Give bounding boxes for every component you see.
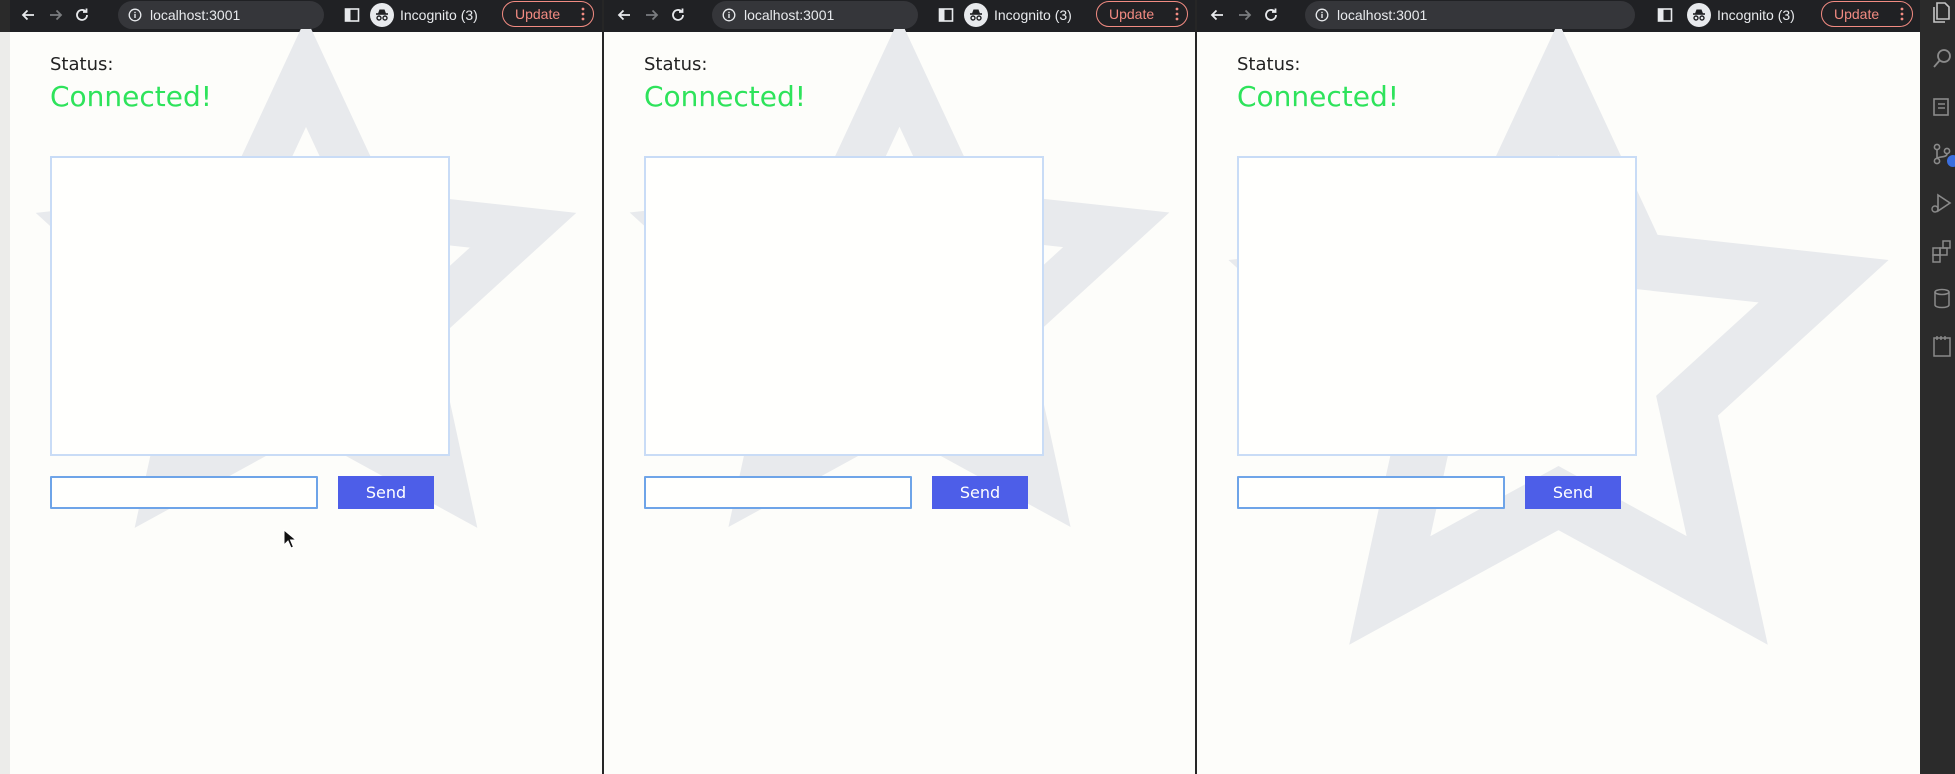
incognito-icon[interactable] (370, 3, 394, 27)
browser-toolbar: localhost:3001 Incognito (3) Update (1197, 0, 1920, 645)
forward-arrow-icon (1239, 9, 1252, 21)
address-bar[interactable]: localhost:3001 (118, 1, 324, 29)
url-text: localhost:3001 (744, 7, 835, 23)
run-debug-icon[interactable] (1929, 190, 1955, 216)
address-bar[interactable]: localhost:3001 (1305, 1, 1635, 29)
message-input[interactable] (1237, 476, 1505, 509)
forward-button[interactable] (640, 3, 664, 27)
browser-toolbar: localhost:3001 Incognito (3) Update (10, 0, 602, 528)
message-input[interactable] (50, 476, 318, 509)
status-label: Status: (1237, 54, 1301, 75)
address-bar[interactable]: localhost:3001 (712, 1, 918, 29)
reload-icon (1265, 8, 1277, 21)
message-log (1237, 156, 1637, 456)
url-text: localhost:3001 (150, 7, 241, 23)
back-arrow-icon (1210, 9, 1223, 21)
kebab-menu-icon (1175, 7, 1179, 21)
send-button[interactable]: Send (338, 476, 434, 509)
message-log (644, 156, 1044, 456)
forward-arrow-icon (50, 9, 63, 21)
message-input[interactable] (644, 476, 912, 509)
reload-button[interactable] (666, 3, 690, 27)
update-label: Update (1834, 6, 1880, 22)
back-button[interactable] (16, 3, 40, 27)
status-value: Connected! (1237, 80, 1399, 113)
forward-button[interactable] (1233, 3, 1257, 27)
update-label: Update (1109, 6, 1155, 22)
notebook-icon[interactable] (1929, 334, 1955, 360)
side-panel-icon[interactable] (937, 6, 955, 24)
reload-icon (672, 8, 684, 21)
info-icon (128, 8, 142, 22)
update-button[interactable]: Update (1821, 1, 1913, 27)
incognito-icon[interactable] (1687, 3, 1711, 27)
update-label: Update (515, 6, 561, 22)
kebab-menu-icon (1900, 7, 1904, 21)
forward-button[interactable] (44, 3, 68, 27)
reload-button[interactable] (70, 3, 94, 27)
update-button[interactable]: Update (1096, 1, 1188, 27)
left-window-edge (0, 0, 10, 774)
page-content: Status: Connected! Send (604, 32, 1195, 774)
browser-window-3: localhost:3001 Incognito (3) Update Stat… (1197, 0, 1920, 774)
info-icon (722, 8, 736, 22)
status-label: Status: (50, 54, 114, 75)
reload-button[interactable] (1259, 3, 1283, 27)
kebab-menu-icon (581, 7, 585, 21)
extensions-icon[interactable] (1929, 238, 1955, 264)
profile-label[interactable]: Incognito (3) (400, 5, 478, 25)
send-button[interactable]: Send (932, 476, 1028, 509)
browser-window-2: localhost:3001 Incognito (3) Update Stat… (604, 0, 1195, 774)
status-value: Connected! (644, 80, 806, 113)
notebook-icon[interactable] (1929, 94, 1955, 120)
explorer-icon[interactable] (1929, 0, 1955, 26)
profile-label[interactable]: Incognito (3) (1717, 5, 1795, 25)
info-icon (1315, 8, 1329, 22)
mouse-cursor-icon (283, 529, 297, 549)
page-content: Status: Connected! Send (1197, 32, 1920, 774)
back-arrow-icon (617, 9, 630, 21)
desktop: localhost:3001 Incognito (3) Update Stat… (0, 0, 1955, 774)
update-button[interactable]: Update (502, 1, 594, 27)
back-button[interactable] (612, 3, 636, 27)
page-content: Status: Connected! Send (10, 32, 602, 774)
incognito-icon[interactable] (964, 3, 988, 27)
browser-window-1: localhost:3001 Incognito (3) Update Stat… (10, 0, 602, 774)
status-value: Connected! (50, 80, 212, 113)
source-control-badge (1947, 155, 1955, 167)
send-button[interactable]: Send (1525, 476, 1621, 509)
message-log (50, 156, 450, 456)
side-panel-icon[interactable] (1656, 6, 1674, 24)
search-icon[interactable] (1929, 46, 1955, 72)
editor-activity-bar (1920, 0, 1955, 774)
browser-toolbar: localhost:3001 Incognito (3) Update (604, 0, 1195, 528)
reload-icon (76, 8, 88, 21)
status-label: Status: (644, 54, 708, 75)
forward-arrow-icon (646, 9, 659, 21)
back-arrow-icon (21, 9, 34, 21)
database-icon[interactable] (1929, 286, 1955, 312)
url-text: localhost:3001 (1337, 7, 1428, 23)
profile-label[interactable]: Incognito (3) (994, 5, 1072, 25)
side-panel-icon[interactable] (343, 6, 361, 24)
back-button[interactable] (1205, 3, 1229, 27)
